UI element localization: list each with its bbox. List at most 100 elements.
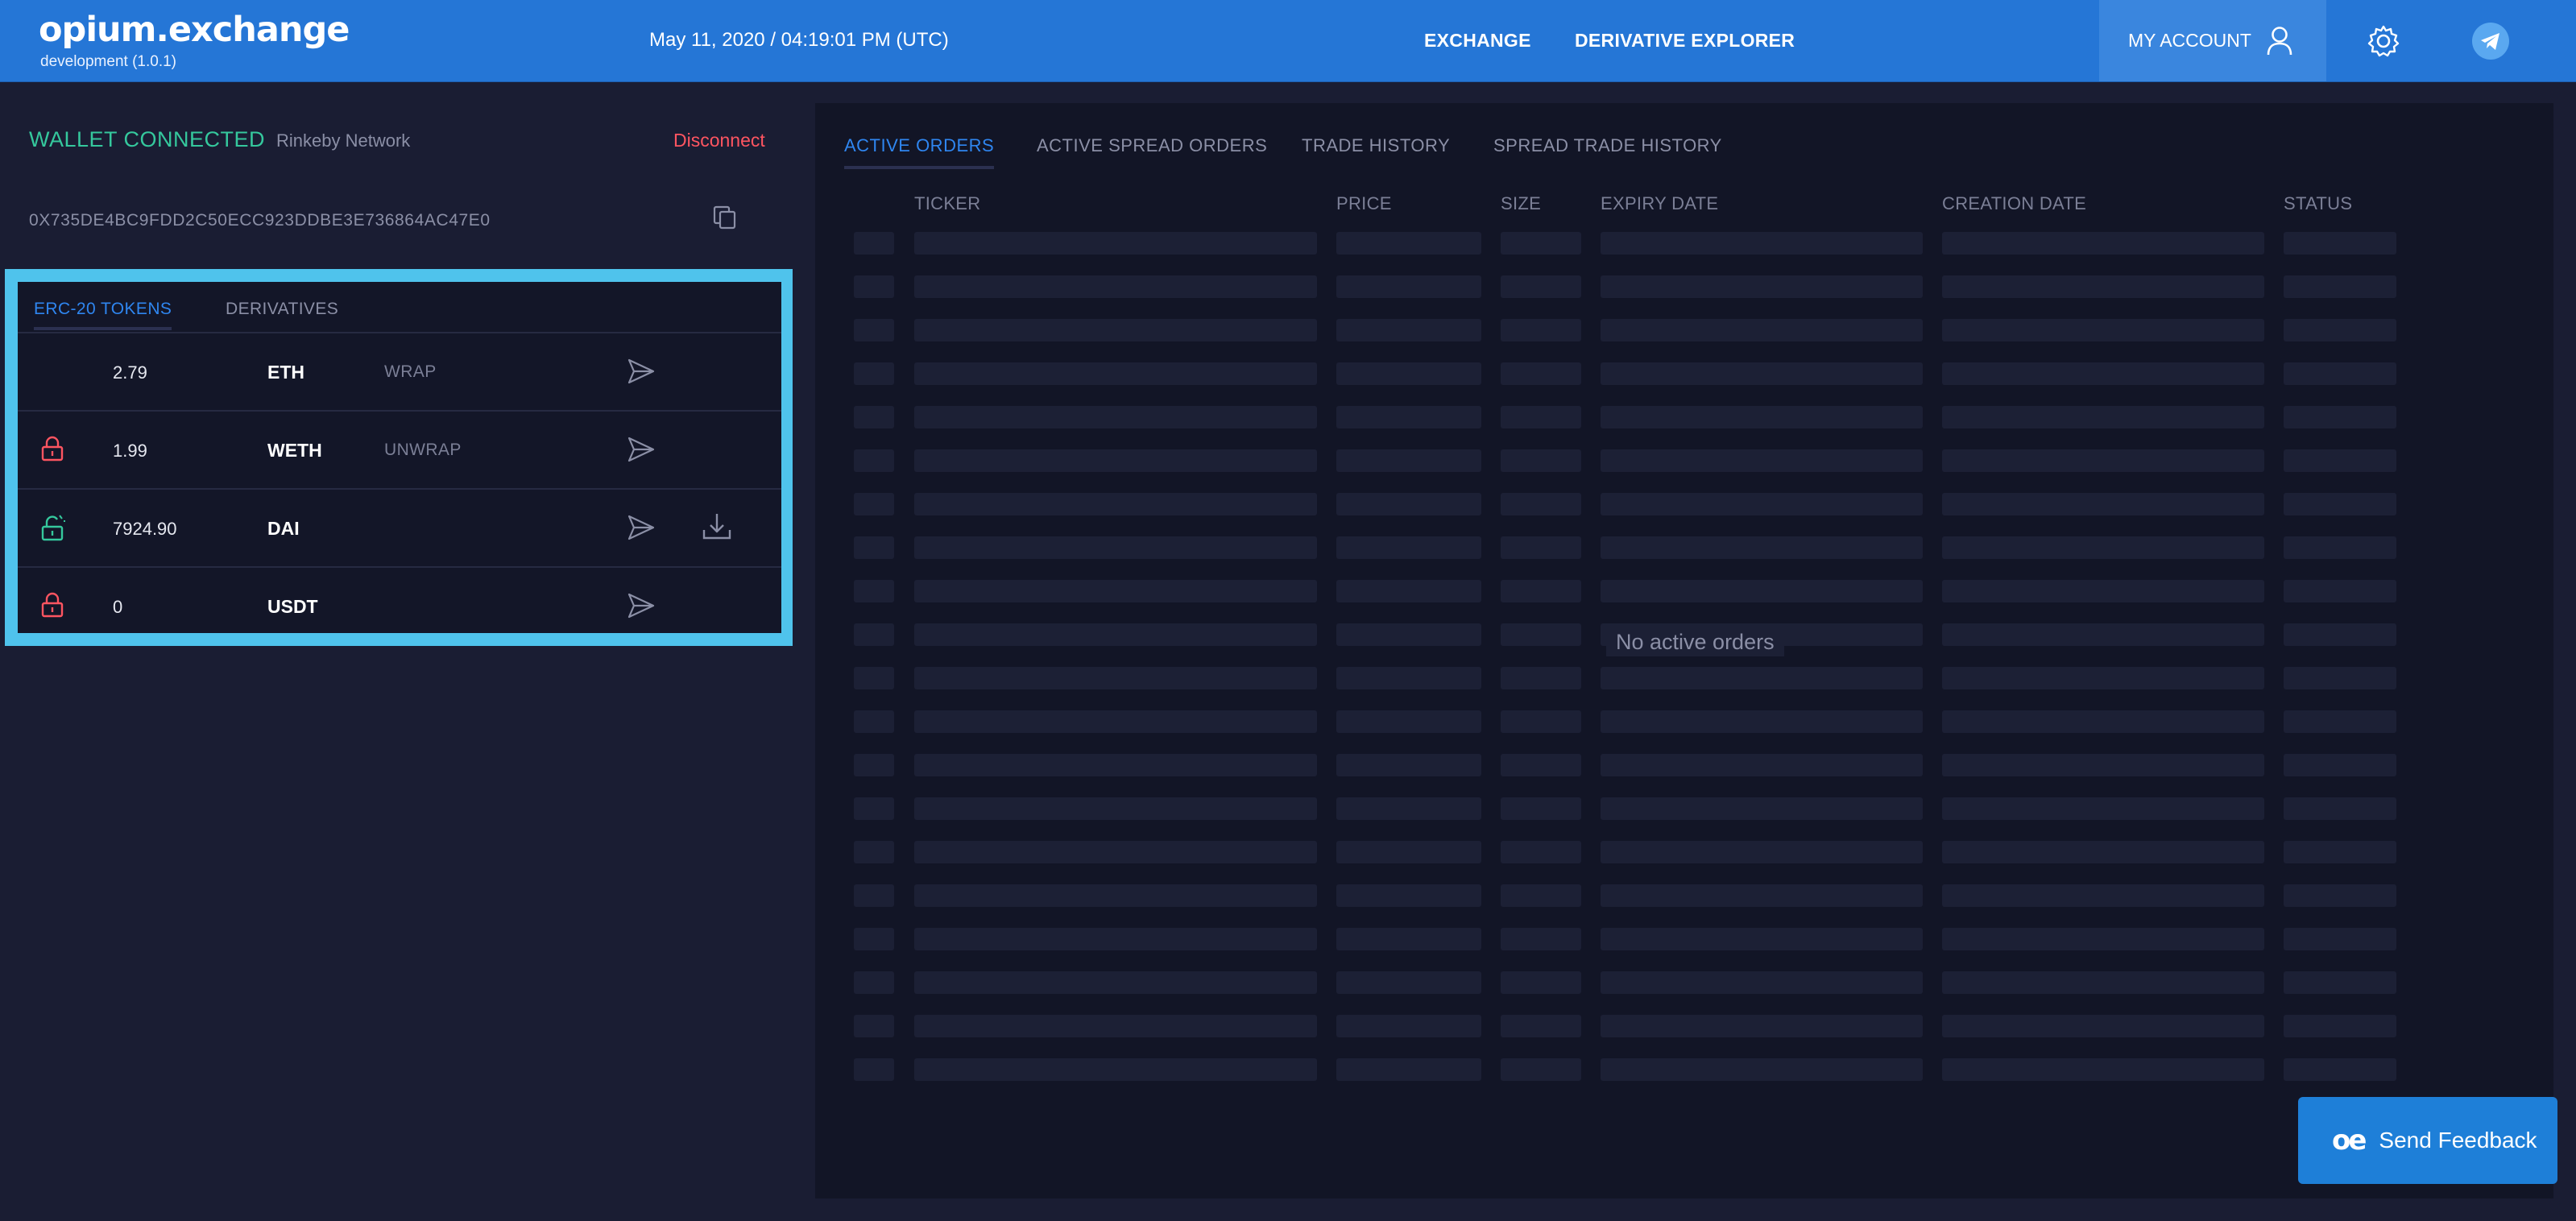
placeholder-cell: [914, 1015, 1317, 1037]
placeholder-cell: [1501, 1058, 1581, 1081]
placeholder-cell: [1336, 797, 1481, 820]
nav-exchange[interactable]: EXCHANGE: [1424, 30, 1531, 52]
placeholder-cell: [1601, 710, 1923, 733]
placeholder-cell: [2284, 275, 2396, 298]
placeholder-cell: [914, 275, 1317, 298]
column-expiry-date[interactable]: EXPIRY DATE: [1601, 193, 1718, 214]
token-symbol: DAI: [267, 518, 300, 539]
placeholder-cell: [1942, 841, 2264, 863]
placeholder-cell: [1336, 623, 1481, 646]
column-creation-date[interactable]: CREATION DATE: [1942, 193, 2086, 214]
tab-active-spread-orders[interactable]: ACTIVE SPREAD ORDERS: [1037, 135, 1267, 156]
token-symbol: ETH: [267, 362, 304, 383]
tokens-panel: ERC-20 TOKENS DERIVATIVES 2.79 ETH WRAP …: [5, 269, 794, 646]
tab-spread-trade-history[interactable]: SPREAD TRADE HISTORY: [1493, 135, 1722, 156]
placeholder-cell: [854, 232, 894, 255]
placeholder-cell: [914, 667, 1317, 689]
placeholder-row: [815, 319, 2553, 341]
placeholder-row: [815, 362, 2553, 385]
placeholder-cell: [2284, 406, 2396, 428]
placeholder-cell: [1942, 623, 2264, 646]
placeholder-cell: [914, 841, 1317, 863]
placeholder-cell: [1601, 754, 1923, 776]
placeholder-cell: [1601, 971, 1923, 994]
placeholder-cell: [1601, 362, 1923, 385]
send-icon[interactable]: [627, 514, 656, 541]
placeholder-cell: [2284, 797, 2396, 820]
token-row: 2.79 ETH WRAP: [18, 333, 781, 412]
placeholder-cell: [1501, 841, 1581, 863]
placeholder-row: [815, 667, 2553, 689]
download-icon[interactable]: [701, 511, 733, 543]
app-version: development (1.0.1): [40, 53, 176, 70]
placeholder-cell: [2284, 449, 2396, 472]
tab-erc20-tokens[interactable]: ERC-20 TOKENS: [34, 300, 172, 330]
placeholder-cell: [2284, 319, 2396, 341]
copy-icon[interactable]: [712, 205, 738, 230]
tab-trade-history[interactable]: TRADE HISTORY: [1302, 135, 1450, 156]
placeholder-cell: [1942, 710, 2264, 733]
placeholder-cell: [1942, 319, 2264, 341]
placeholder-cell: [914, 884, 1317, 907]
placeholder-cell: [1601, 580, 1923, 602]
app-logo[interactable]: opium.exchange: [39, 10, 350, 50]
wallet-status: WALLET CONNECTED: [29, 127, 266, 151]
placeholder-row: [815, 232, 2553, 255]
my-account-button[interactable]: MY ACCOUNT: [2099, 0, 2326, 81]
unlock-icon[interactable]: [40, 514, 66, 541]
token-amount: 2.79: [113, 362, 147, 383]
tokens-tabs: ERC-20 TOKENS DERIVATIVES: [18, 282, 781, 333]
column-status[interactable]: STATUS: [2284, 193, 2352, 214]
placeholder-cell: [1601, 667, 1923, 689]
column-ticker[interactable]: TICKER: [914, 193, 980, 214]
unwrap-button[interactable]: UNWRAP: [384, 441, 462, 460]
placeholder-cell: [1336, 536, 1481, 559]
token-amount: 7924.90: [113, 519, 177, 539]
placeholder-cell: [1336, 710, 1481, 733]
placeholder-cell: [1501, 362, 1581, 385]
placeholder-cell: [1601, 406, 1923, 428]
placeholder-cell: [1601, 1058, 1923, 1081]
send-feedback-button[interactable]: oe Send Feedback: [2298, 1097, 2557, 1184]
placeholder-cell: [1942, 232, 2264, 255]
lock-icon[interactable]: [40, 436, 64, 461]
placeholder-cell: [1336, 928, 1481, 950]
tab-active-orders[interactable]: ACTIVE ORDERS: [844, 135, 995, 169]
placeholder-row: [815, 841, 2553, 863]
lock-icon[interactable]: [40, 592, 64, 618]
placeholder-cell: [854, 319, 894, 341]
placeholder-cell: [914, 232, 1317, 255]
placeholder-cell: [914, 362, 1317, 385]
placeholder-cell: [1601, 493, 1923, 515]
placeholder-cell: [1501, 623, 1581, 646]
orders-placeholder-grid: [815, 232, 2553, 1126]
disconnect-link[interactable]: Disconnect: [673, 130, 765, 151]
placeholder-cell: [854, 841, 894, 863]
token-row: 7924.90 DAI: [18, 490, 781, 568]
placeholder-cell: [1942, 1058, 2264, 1081]
send-icon[interactable]: [627, 358, 656, 385]
send-icon[interactable]: [627, 592, 656, 619]
placeholder-cell: [914, 971, 1317, 994]
column-size[interactable]: SIZE: [1501, 193, 1541, 214]
placeholder-row: [815, 493, 2553, 515]
placeholder-cell: [914, 623, 1317, 646]
placeholder-cell: [1942, 797, 2264, 820]
placeholder-cell: [1336, 319, 1481, 341]
token-row: 1.99 WETH UNWRAP: [18, 412, 781, 490]
gear-icon[interactable]: [2367, 24, 2400, 58]
token-amount: 0: [113, 597, 123, 617]
column-price[interactable]: PRICE: [1336, 193, 1392, 214]
nav-derivative-explorer[interactable]: DERIVATIVE EXPLORER: [1575, 30, 1795, 52]
placeholder-cell: [1942, 580, 2264, 602]
placeholder-cell: [854, 797, 894, 820]
placeholder-cell: [1601, 884, 1923, 907]
wrap-button[interactable]: WRAP: [384, 362, 437, 382]
tab-derivatives[interactable]: DERIVATIVES: [226, 300, 338, 319]
placeholder-cell: [1601, 449, 1923, 472]
placeholder-cell: [1501, 971, 1581, 994]
placeholder-cell: [854, 362, 894, 385]
telegram-icon[interactable]: [2472, 23, 2509, 60]
send-icon[interactable]: [627, 436, 656, 463]
placeholder-cell: [1336, 667, 1481, 689]
